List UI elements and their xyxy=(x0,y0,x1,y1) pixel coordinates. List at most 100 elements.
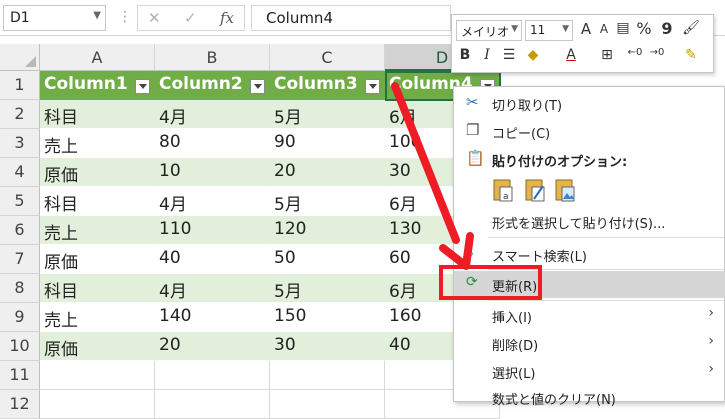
column-header-c[interactable]: C xyxy=(270,44,385,71)
table-cell[interactable]: 科目 xyxy=(40,100,155,129)
empty-cell[interactable] xyxy=(40,361,155,390)
table-cell[interactable]: 40 xyxy=(155,245,270,274)
table-cell[interactable]: 5月 xyxy=(270,187,385,216)
chevron-right-icon: › xyxy=(708,333,714,349)
font-name-select[interactable]: メイリオ ▼ xyxy=(456,20,522,41)
chevron-down-icon[interactable]: ▼ xyxy=(93,10,101,21)
menu-item-select[interactable]: 選択(L) › xyxy=(454,358,725,384)
menu-item-smart-lookup[interactable]: ⌕ スマート検索(L) xyxy=(454,241,725,267)
name-box[interactable]: D1 ▼ xyxy=(3,5,106,31)
menu-item-insert-label: 挿入(I) xyxy=(492,311,532,326)
row-header[interactable]: 6 xyxy=(0,216,40,245)
increase-decimal-icon[interactable]: ←0 xyxy=(626,47,644,67)
align-center-icon[interactable]: ☰ xyxy=(500,47,518,67)
row-header[interactable]: 5 xyxy=(0,187,40,216)
menu-item-paste-special-label: 形式を選択して貼り付け(S)... xyxy=(492,217,666,232)
row-header[interactable]: 1 xyxy=(0,71,40,100)
filter-dropdown-icon[interactable] xyxy=(250,79,265,94)
accounting-format-icon[interactable]: ▤ xyxy=(614,20,632,40)
paste-icon[interactable]: a xyxy=(492,177,514,203)
formula-buttons: ✕ ✓ fx xyxy=(137,5,245,31)
borders-icon[interactable]: ⊞ xyxy=(598,47,616,67)
grow-font-icon[interactable]: A xyxy=(577,20,595,40)
table-header-cell[interactable]: Column1 xyxy=(40,71,155,100)
table-cell[interactable]: 20 xyxy=(270,158,385,187)
table-cell[interactable]: 5月 xyxy=(270,100,385,129)
menu-item-cut[interactable]: ✂ 切り取り(T) xyxy=(454,90,725,116)
table-header-cell[interactable]: Column3 xyxy=(270,71,385,100)
row-header[interactable]: 11 xyxy=(0,361,40,390)
row-header[interactable]: 7 xyxy=(0,245,40,274)
table-cell[interactable]: 5月 xyxy=(270,274,385,303)
row-header[interactable]: 4 xyxy=(0,158,40,187)
table-header-label: Column3 xyxy=(274,74,358,94)
font-size-select[interactable]: 11 ▼ xyxy=(525,20,573,41)
row-header[interactable]: 12 xyxy=(0,390,40,419)
chevron-down-icon: ▼ xyxy=(511,24,518,34)
clipboard-icon: 📋 xyxy=(466,149,485,167)
decrease-decimal-icon[interactable]: →0 xyxy=(648,47,666,67)
table-cell[interactable]: 4月 xyxy=(155,100,270,129)
select-all-button[interactable] xyxy=(0,44,40,71)
row-header[interactable]: 10 xyxy=(0,332,40,361)
empty-cell[interactable] xyxy=(270,390,385,419)
paste-formulas-icon[interactable] xyxy=(524,177,546,203)
empty-cell[interactable] xyxy=(155,390,270,419)
table-cell[interactable]: 150 xyxy=(270,303,385,332)
shrink-font-icon[interactable]: A xyxy=(595,22,613,42)
table-cell[interactable]: 科目 xyxy=(40,274,155,303)
menu-item-smart-lookup-label: スマート検索(L) xyxy=(492,250,587,265)
filter-dropdown-icon[interactable] xyxy=(365,79,380,94)
table-cell[interactable]: 売上 xyxy=(40,303,155,332)
table-cell[interactable]: 90 xyxy=(270,129,385,158)
bold-icon[interactable]: B xyxy=(456,47,474,67)
menu-item-insert[interactable]: 挿入(I) › xyxy=(454,302,725,328)
paste-picture-icon[interactable] xyxy=(554,177,576,203)
column-header-b[interactable]: B xyxy=(155,44,270,71)
percent-style-icon[interactable]: % xyxy=(635,19,653,39)
table-cell[interactable]: 原価 xyxy=(40,332,155,361)
table-header-cell[interactable]: Column2 xyxy=(155,71,270,100)
paint-brush-icon[interactable]: ✎ xyxy=(682,47,700,67)
table-cell[interactable]: 140 xyxy=(155,303,270,332)
table-cell[interactable]: 80 xyxy=(155,129,270,158)
font-color-icon[interactable]: A xyxy=(562,47,580,67)
table-cell[interactable]: 110 xyxy=(155,216,270,245)
table-cell[interactable]: 4月 xyxy=(155,187,270,216)
menu-item-paste-special[interactable]: 形式を選択して貼り付け(S)... xyxy=(454,208,725,234)
formula-input[interactable]: Column4 xyxy=(251,5,451,31)
italic-icon[interactable]: I xyxy=(478,47,496,67)
table-cell[interactable]: 120 xyxy=(270,216,385,245)
row-header[interactable]: 9 xyxy=(0,303,40,332)
table-cell[interactable]: 4月 xyxy=(155,274,270,303)
table-cell[interactable]: 50 xyxy=(270,245,385,274)
copy-icon: ❐ xyxy=(466,121,480,139)
row-header[interactable]: 8 xyxy=(0,274,40,303)
table-cell[interactable]: 20 xyxy=(155,332,270,361)
menu-item-copy[interactable]: ❐ コピー(C) xyxy=(454,118,725,144)
empty-cell[interactable] xyxy=(40,390,155,419)
font-size-value: 11 xyxy=(530,23,546,37)
empty-cell[interactable] xyxy=(155,361,270,390)
table-cell[interactable]: 原価 xyxy=(40,158,155,187)
column-header-a[interactable]: A xyxy=(40,44,155,71)
table-cell[interactable]: 売上 xyxy=(40,129,155,158)
table-cell[interactable]: 科目 xyxy=(40,187,155,216)
comma-style-icon[interactable]: 9 xyxy=(658,19,676,39)
filter-dropdown-icon[interactable] xyxy=(135,79,150,94)
enter-icon[interactable]: ✓ xyxy=(184,9,197,27)
row-header[interactable]: 2 xyxy=(0,100,40,129)
table-cell[interactable]: 30 xyxy=(270,332,385,361)
table-cell[interactable]: 10 xyxy=(155,158,270,187)
row-header[interactable]: 3 xyxy=(0,129,40,158)
cancel-icon[interactable]: ✕ xyxy=(148,9,161,27)
insert-function-icon[interactable]: fx xyxy=(220,9,234,27)
fill-color-icon[interactable]: ◆ xyxy=(524,47,542,67)
menu-item-delete[interactable]: 削除(D) › xyxy=(454,330,725,356)
menu-item-copy-label: コピー(C) xyxy=(492,127,551,142)
empty-cell[interactable] xyxy=(270,361,385,390)
format-painter-icon[interactable]: 🖌 xyxy=(682,20,700,40)
table-cell[interactable]: 原価 xyxy=(40,245,155,274)
table-cell[interactable]: 売上 xyxy=(40,216,155,245)
menu-item-clear[interactable]: 数式と値のクリア(N) xyxy=(454,384,725,410)
